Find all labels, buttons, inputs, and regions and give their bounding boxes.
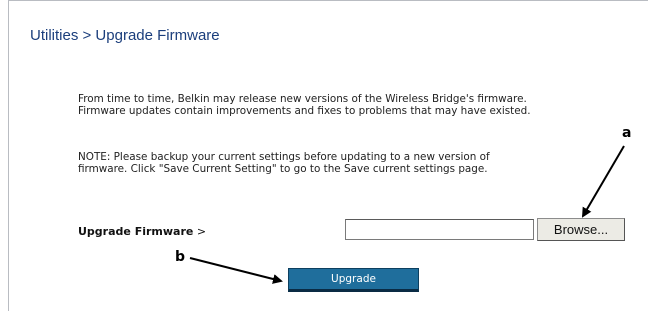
upgrade-firmware-label: Upgrade Firmware > bbox=[78, 225, 206, 238]
intro-paragraph: From time to time, Belkin may release ne… bbox=[78, 93, 531, 117]
note-paragraph: NOTE: Please backup your current setting… bbox=[78, 151, 490, 175]
callout-label-b: b bbox=[175, 249, 186, 265]
page-title: Utilities > Upgrade Firmware bbox=[30, 27, 220, 44]
firmware-file-input[interactable] bbox=[345, 219, 534, 240]
callout-label-a: a bbox=[622, 125, 632, 141]
upgrade-firmware-label-text: Upgrade Firmware bbox=[78, 225, 194, 238]
browse-button[interactable]: Browse... bbox=[537, 218, 625, 241]
upgrade-firmware-label-suffix: > bbox=[193, 225, 207, 238]
upgrade-button[interactable]: Upgrade bbox=[288, 268, 419, 292]
